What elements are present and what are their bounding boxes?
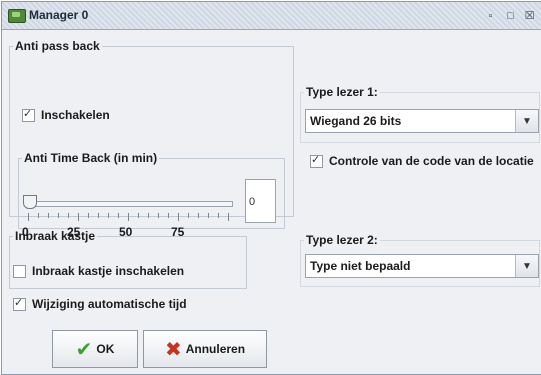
slider-tick — [228, 213, 229, 221]
anti-time-back-slider-track[interactable] — [27, 201, 233, 207]
checkbox-unchecked-icon — [13, 264, 26, 278]
window-title: Manager 0 — [29, 8, 89, 22]
reader1-location-code-checkbox[interactable]: Controle van de code van de locatie — [310, 153, 534, 168]
manager-window: Manager 0 ▫ □ ☒ Anti pass back Inschakel… — [1, 1, 541, 375]
reader2-legend: Type lezer 2: — [306, 233, 378, 247]
reader1-legend: Type lezer 1: — [306, 85, 378, 99]
slider-tick — [108, 213, 109, 218]
reader1-selected: Wiegand 26 bits — [310, 114, 402, 128]
slider-tick — [218, 213, 219, 218]
dialog-content: Anti pass back Inschakelen Anti Time Bac… — [2, 30, 541, 374]
burglary-enable-label: Inbraak kastje inschakelen — [32, 264, 185, 278]
slider-tick — [58, 213, 59, 218]
slider-tick — [38, 213, 39, 218]
anti-time-back-legend: Anti Time Back (in min) — [24, 151, 158, 165]
anti-pass-back-group: Anti pass back Inschakelen Anti Time Bac… — [9, 39, 294, 239]
slider-tick — [188, 213, 189, 218]
reader1-select[interactable]: Wiegand 26 bits ▼ — [305, 109, 539, 133]
checkmark-icon: ✔ — [75, 338, 93, 361]
close-icon[interactable]: ☒ — [523, 9, 536, 22]
slider-tick — [78, 213, 79, 221]
chevron-down-icon[interactable]: ▼ — [515, 255, 538, 277]
ok-button[interactable]: ✔ OK — [52, 330, 138, 368]
anti-pass-back-enable-checkbox[interactable]: Inschakelen — [22, 107, 110, 122]
chevron-down-icon[interactable]: ▼ — [515, 110, 538, 132]
anti-time-back-value: 0 — [249, 196, 256, 208]
cancel-button-label: Annuleren — [185, 342, 246, 356]
slider-tick — [168, 213, 169, 218]
anti-time-back-group: Anti Time Back (in min) 0 25 50 75 0 — [18, 151, 285, 239]
anti-time-back-value-field[interactable]: 0 — [245, 179, 276, 223]
auto-time-checkbox[interactable]: Wijziging automatische tijd — [13, 296, 187, 311]
checkbox-checked-icon — [22, 107, 35, 122]
slider-tick — [178, 213, 179, 221]
minimize-icon[interactable]: ▫ — [484, 9, 497, 22]
reader1-location-code-label: Controle van de code van de locatie — [329, 154, 534, 168]
slider-tick — [158, 213, 159, 218]
burglary-legend: Inbraak kastje — [15, 229, 96, 243]
slider-tick — [118, 213, 119, 218]
ok-button-label: OK — [96, 342, 115, 356]
burglary-enable-checkbox[interactable]: Inbraak kastje inschakelen — [13, 264, 184, 278]
slider-tick — [28, 213, 29, 221]
cancel-button[interactable]: ✖ Annuleren — [143, 330, 267, 368]
slider-tick — [198, 213, 199, 218]
slider-tick — [68, 213, 69, 218]
title-bar[interactable]: Manager 0 ▫ □ ☒ — [2, 2, 541, 30]
anti-pass-back-legend: Anti pass back — [15, 39, 100, 53]
slider-tick — [48, 213, 49, 218]
slider-tick — [148, 213, 149, 218]
cross-icon: ✖ — [164, 338, 182, 361]
slider-tick — [88, 213, 89, 218]
maximize-icon[interactable]: □ — [504, 9, 517, 22]
burglary-group: Inbraak kastje Inbraak kastje inschakele… — [9, 229, 247, 289]
app-window-icon — [8, 9, 26, 23]
slider-tick — [98, 213, 99, 218]
auto-time-label: Wijziging automatische tijd — [32, 297, 187, 311]
slider-tick — [208, 213, 209, 218]
slider-tick — [138, 213, 139, 218]
slider-thumb[interactable] — [23, 195, 37, 209]
anti-pass-back-enable-label: Inschakelen — [41, 108, 110, 122]
checkbox-checked-icon — [310, 153, 323, 168]
checkbox-checked-icon — [13, 296, 26, 311]
slider-tick — [128, 213, 129, 221]
reader2-select[interactable]: Type niet bepaald ▼ — [305, 254, 539, 278]
slider-ticks — [28, 213, 234, 221]
reader2-selected: Type niet bepaald — [310, 259, 411, 273]
